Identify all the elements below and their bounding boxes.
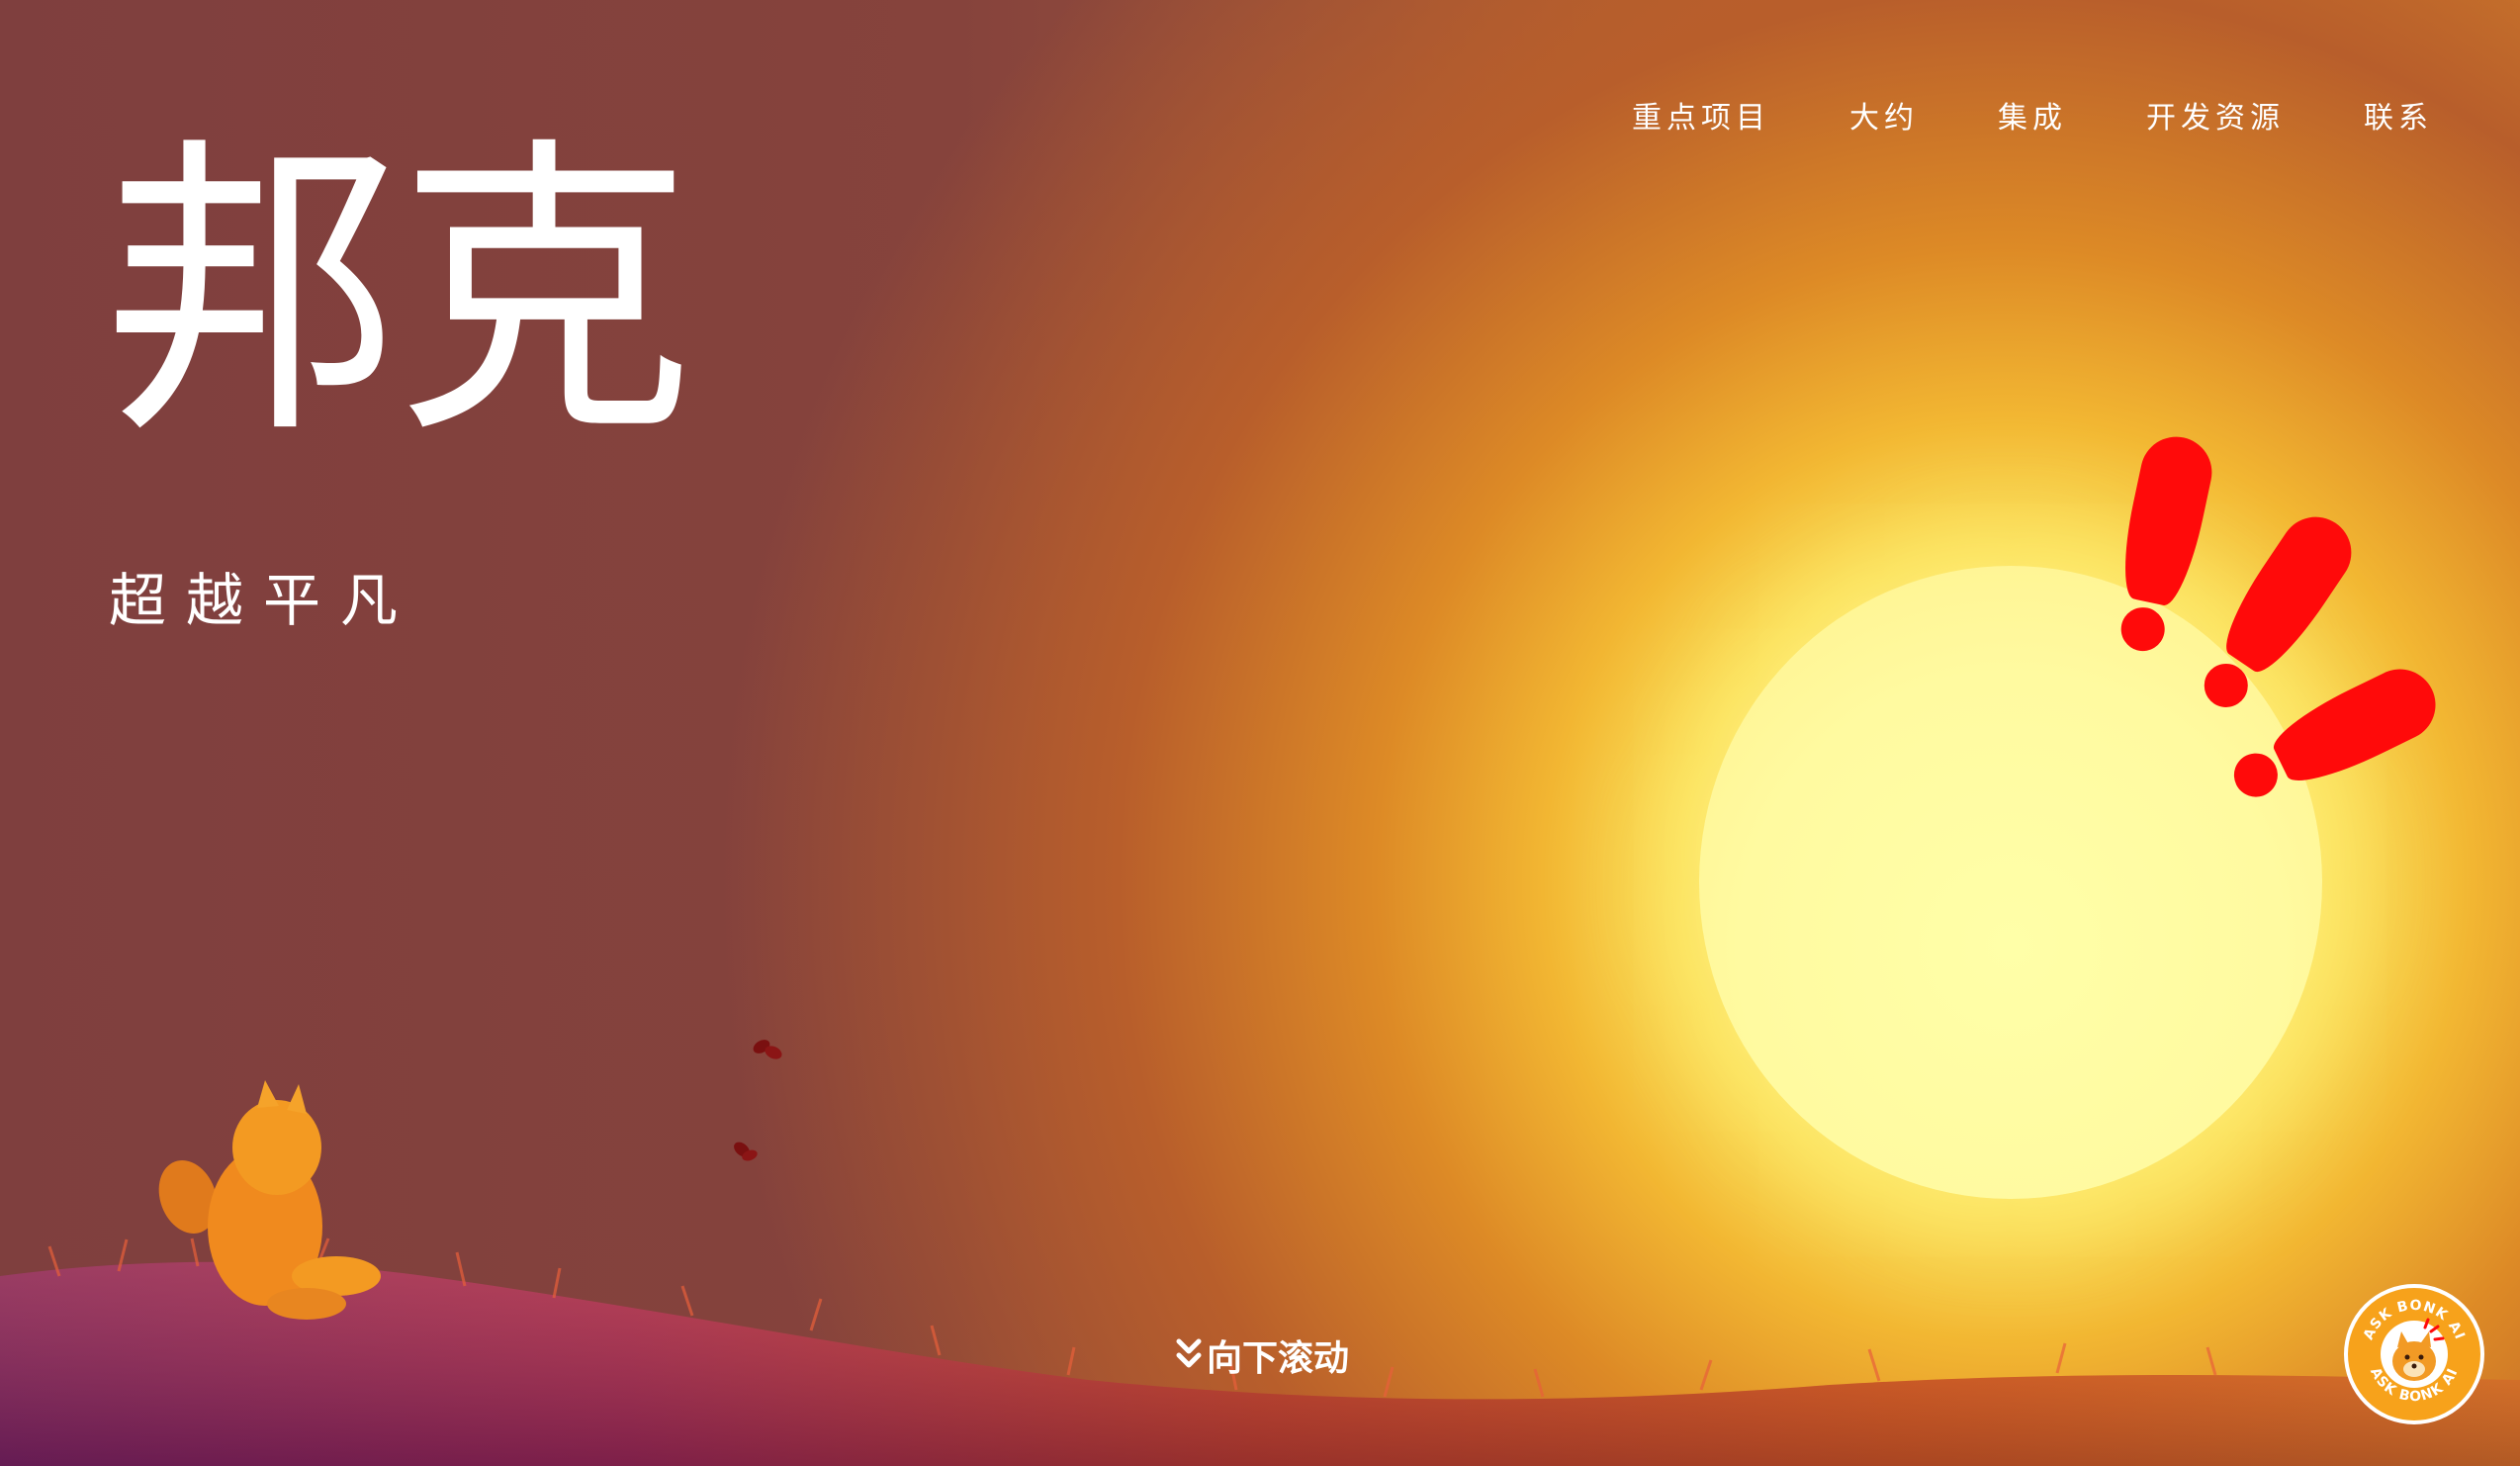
nav-item-dev-resources[interactable]: 开发资源 (2146, 93, 2285, 137)
double-chevron-down-icon (1176, 1338, 1202, 1368)
nav-item-about[interactable]: 大约 (1849, 93, 1919, 137)
nav-item-featured[interactable]: 重点项目 (1632, 93, 1770, 137)
nav-item-contact[interactable]: 联系 (2364, 93, 2433, 137)
nav-item-integrations[interactable]: 集成 (1998, 93, 2067, 137)
scroll-down-button[interactable]: 向下滚动 (1173, 1329, 1349, 1381)
page-subtitle: 超越平凡 (109, 567, 418, 634)
scroll-down-label: 向下滚动 (1207, 1338, 1350, 1379)
bonk-mascot-illustration (158, 1080, 381, 1320)
top-nav: 重点项目 大约 集成 开发资源 联系 (1632, 93, 2433, 137)
hero-section: 重点项目 大约 集成 开发资源 联系 邦克 超越平凡 向下滚动 ASK BONK… (0, 0, 2520, 1466)
page-title: 邦克 (104, 112, 693, 476)
ask-bonk-ai-button[interactable]: ASK BONK AI ASK BONK AI (2344, 1284, 2484, 1424)
